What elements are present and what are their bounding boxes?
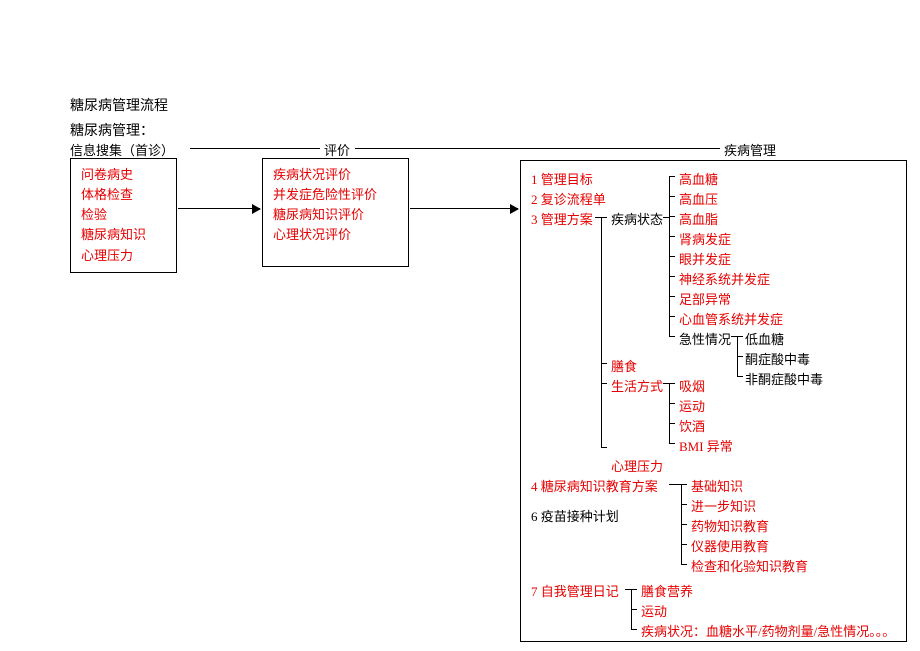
edu-1: 进一步知识 [691,496,756,515]
tick-state-7 [669,316,675,317]
page-title: 糖尿病管理流程 [70,95,168,115]
state-5: 神经系统并发症 [679,269,770,288]
eval-item-2: 糖尿病知识评价 [273,205,398,225]
tick-state-3 [669,236,675,237]
mg-vaccine: 6 疫苗接种计划 [531,506,619,525]
diary-0: 膳食营养 [641,581,693,600]
mg-edu: 4 糖尿病知识教育方案 [531,476,658,495]
tick-state-4 [669,256,675,257]
mg-diary: 7 自我管理日记 [531,581,619,600]
tick-edu-line [669,484,681,485]
eval-item-0: 疾病状况评价 [273,165,398,185]
state-0: 高血糖 [679,169,718,188]
tick-plan-life [601,383,607,384]
tick-edu-0 [681,484,687,485]
tick-state-2 [669,216,675,217]
tick-life-1 [669,403,675,404]
tick-state-0 [669,176,675,177]
acute-0: 低血糖 [745,329,784,348]
mg-plan: 3 管理方案 [531,209,593,228]
collect-item-1: 体格检查 [81,185,166,205]
state-4: 眼并发症 [679,249,731,268]
tick-edu-1 [681,504,687,505]
state-3: 肾病发症 [679,229,731,248]
box-manage: 1 管理目标 2 复诊流程单 3 管理方案 疾病状态 高血糖 高血压 高血脂 肾… [520,160,907,642]
tick-plan-psych [601,447,607,448]
tick-edu-2 [681,524,687,525]
collect-item-4: 心理压力 [81,246,166,266]
arrow-1 [178,208,260,209]
psych-label: 心理压力 [611,456,663,475]
tick-diary-0 [631,589,637,590]
tick-life-3 [669,443,675,444]
mg-goal: 1 管理目标 [531,169,593,188]
edu-4: 检查和化验知识教育 [691,556,808,575]
tick-diary-1 [631,609,637,610]
tick-edu-4 [681,564,687,565]
state-2: 高血脂 [679,209,718,228]
state-1: 高血压 [679,189,718,208]
tick-acute-1 [737,356,743,357]
collect-item-2: 检验 [81,205,166,225]
diary-2: 疾病状况：血糖水平/药物剂量/急性情况。。。 [641,621,895,640]
collect-item-3: 糖尿病知识 [81,225,166,245]
mg-followup: 2 复诊流程单 [531,189,606,208]
edu-2: 药物知识教育 [691,516,769,535]
diary-1: 运动 [641,601,667,620]
life-3: BMI 异常 [679,436,733,455]
rule-1 [190,148,320,149]
tick-diary-2 [631,629,637,630]
acute-label: 急性情况 [679,329,731,348]
eval-item-3: 心理状况评价 [273,225,398,245]
page-subtitle: 糖尿病管理： [70,120,154,140]
tick-plan-top-r [601,217,607,218]
state-6: 足部异常 [679,289,731,308]
tick-state-8 [669,336,675,337]
box-collect: 问卷病史 体格检查 检验 糖尿病知识 心理压力 [70,158,177,273]
tick-state-6 [669,296,675,297]
eval-item-1: 并发症危险性评价 [273,185,398,205]
section-label-eval: 评价 [324,140,350,159]
tick-state-left [663,217,669,218]
tick-plan-diet [601,363,607,364]
tick-acute-0 [737,336,743,337]
lifestyle-label: 生活方式 [611,376,663,395]
edu-0: 基础知识 [691,476,743,495]
acute-2: 非酮症酸中毒 [745,369,823,388]
tick-acute-2 [737,376,743,377]
state-7: 心血管系统并发症 [679,309,783,328]
mg-state-label: 疾病状态 [611,209,663,228]
life-0: 吸烟 [679,376,705,395]
collect-item-0: 问卷病史 [81,165,166,185]
arrow-2 [410,208,518,209]
section-label-collect: 信息搜集（首诊） [70,140,174,159]
life-2: 饮酒 [679,416,705,435]
tick-state-1 [669,196,675,197]
rule-2 [355,148,720,149]
tick-life-0 [669,383,675,384]
diet-label: 膳食 [611,356,637,375]
life-1: 运动 [679,396,705,415]
box-eval: 疾病状况评价 并发症危险性评价 糖尿病知识评价 心理状况评价 [262,158,409,267]
bracket-plan [601,217,602,447]
edu-3: 仪器使用教育 [691,536,769,555]
section-label-manage: 疾病管理 [724,140,776,159]
acute-1: 酮症酸中毒 [745,349,810,368]
tick-edu-3 [681,544,687,545]
tick-state-5 [669,276,675,277]
tick-life-2 [669,423,675,424]
bracket-life [669,383,670,443]
